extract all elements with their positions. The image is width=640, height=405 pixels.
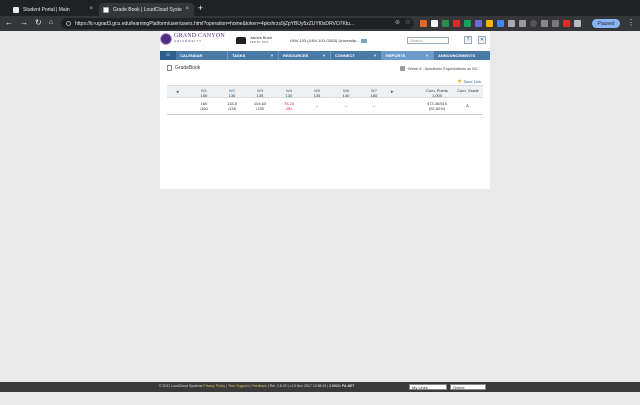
my-links-select[interactable]: My Links: [409, 384, 447, 390]
browser-tab-bar: Student Portal | Main × Grade Book | Lou…: [0, 0, 640, 16]
extension-icon[interactable]: [486, 20, 493, 27]
course-selector[interactable]: UNV-103 (UNV-103-O503) University...: [290, 38, 368, 43]
cum-grade-value: A-: [466, 103, 470, 108]
menu-icon[interactable]: ⋮: [627, 18, 635, 27]
bookmark-star-icon[interactable]: ☆: [405, 18, 411, 26]
university-logo[interactable]: GRAND CANYON UNIVERSITY: [160, 33, 225, 45]
cum-points-header: Cum. Points 1,000: [426, 88, 448, 98]
reload-icon[interactable]: ↻: [35, 19, 42, 27]
browser-toolbar: ← → ↻ ⌂ https://lc-ugrad3.gcu.edu/learni…: [0, 16, 640, 31]
nav-connect[interactable]: CONNECT ▼: [331, 51, 382, 60]
week-selector[interactable]: Week 5 : Academic Expectations at GC: [400, 66, 478, 71]
user-info[interactable]: James Bush FEB 25, 2019: [236, 36, 272, 44]
url-text: https://lc-ugrad3.gcu.edu/learningPlatfo…: [75, 20, 355, 27]
extension-icon[interactable]: [497, 20, 504, 27]
privacy-link[interactable]: Privacy Policy: [203, 384, 225, 388]
user-date: FEB 25, 2019: [250, 40, 269, 44]
page-bottom: [0, 392, 640, 405]
week-header[interactable]: W1 160: [191, 88, 217, 98]
grade-cell[interactable]: 160/160: [191, 101, 217, 111]
logo-subtext: UNIVERSITY: [174, 39, 203, 43]
search-input[interactable]: Search: [407, 37, 449, 44]
home-button[interactable]: ⌂: [160, 51, 176, 60]
extension-icon[interactable]: [431, 20, 438, 27]
table-row: 160/160 133.5/135 104.63/135 75.23/80 --…: [167, 98, 483, 115]
page-icon: [13, 6, 19, 13]
new-tab-button[interactable]: +: [198, 3, 203, 13]
course-name: UNV-103 (UNV-103-O503) University...: [290, 38, 360, 43]
week-header[interactable]: W7 160: [361, 88, 387, 98]
footer: © 2011 LoudCloud Systems Privacy Policy …: [0, 382, 640, 392]
week-header[interactable]: W3 135: [247, 88, 273, 98]
graduation-cap-icon: [236, 37, 246, 44]
nav-calendar[interactable]: CALENDAR: [176, 51, 228, 60]
loudcloud-icon: [103, 6, 109, 13]
page-title: GradeBook: [167, 65, 200, 71]
week-header[interactable]: W5 135: [304, 88, 330, 98]
gradebook-table: ◂ W1 160 W2 135 W3 135 W4 130 W5 135 W6 140 W7…: [167, 85, 483, 115]
university-seal-icon: [160, 33, 172, 45]
back-icon[interactable]: ←: [5, 19, 13, 27]
info-icon[interactable]: [66, 21, 71, 26]
grade-cell[interactable]: 133.5/135: [219, 101, 245, 111]
document-icon: [167, 65, 172, 71]
main-nav: ⌂ CALENDAR TASKS ▼ RESOURCES ▼ CONNECT ▼ RE…: [160, 51, 490, 60]
extension-icon[interactable]: [563, 20, 570, 27]
extension-icon[interactable]: [475, 20, 482, 27]
nav-reports[interactable]: REPORTS ▼: [382, 51, 434, 60]
tab-title: Student Portal | Main: [23, 6, 70, 13]
nav-announcements[interactable]: ANNOUNCEMENTS: [434, 51, 490, 60]
profile-button[interactable]: Paused: [592, 19, 620, 28]
site-header: GRAND CANYON UNIVERSITY James Bush FEB 2…: [160, 31, 490, 51]
home-icon[interactable]: ⌂: [49, 19, 53, 27]
nav-resources[interactable]: RESOURCES ▼: [279, 51, 331, 60]
extension-icon[interactable]: [508, 20, 515, 27]
extension-icon[interactable]: [519, 20, 526, 27]
moon-icon[interactable]: [530, 20, 537, 27]
week-header[interactable]: W4 130: [276, 88, 302, 98]
extension-icon[interactable]: [420, 20, 427, 27]
week-header[interactable]: W2 135: [219, 88, 245, 98]
footer-text: © 2011 LoudCloud Systems Privacy Policy …: [159, 384, 355, 388]
extension-icon[interactable]: [442, 20, 449, 27]
cum-points-value: 473.36/510 (92.82%): [426, 101, 448, 111]
grade-cell: --: [344, 103, 348, 108]
tab-student-portal[interactable]: Student Portal | Main ×: [9, 3, 98, 16]
extension-icon[interactable]: [541, 20, 548, 27]
chevron-right-icon[interactable]: ▸: [391, 89, 394, 95]
online-status-select[interactable]: Online: [450, 384, 486, 390]
grade-cell: --: [372, 103, 376, 108]
table-header: ◂ W1 160 W2 135 W3 135 W4 130 W5 135 W6 140 W7…: [167, 85, 483, 98]
calendar-icon: [400, 66, 405, 71]
help-button[interactable]: ?: [464, 36, 472, 44]
tab-title: Grade Book | LoudCloud Syste: [113, 6, 182, 13]
feedback-link[interactable]: Feedback: [251, 384, 266, 388]
zoom-icon[interactable]: ⊕: [395, 19, 400, 26]
week-header[interactable]: W6 140: [333, 88, 359, 98]
extension-icon[interactable]: [464, 20, 471, 27]
dropdown-icon[interactable]: [361, 38, 368, 43]
tab-grade-book[interactable]: Grade Book | LoudCloud Syste ×: [99, 3, 194, 16]
tech-support-link[interactable]: Tech Support: [228, 384, 249, 388]
gradebook-panel: GradeBook Week 5 : Academic Expectations…: [160, 60, 490, 189]
cum-grade-header: Cum. Grade: [457, 88, 479, 93]
extension-icon[interactable]: [574, 20, 581, 27]
forward-icon[interactable]: →: [20, 19, 28, 27]
grade-cell: --: [315, 103, 319, 108]
nav-tasks[interactable]: TASKS ▼: [228, 51, 279, 60]
address-bar[interactable]: https://lc-ugrad3.gcu.edu/learningPlatfo…: [61, 18, 414, 29]
close-icon[interactable]: ×: [185, 6, 189, 12]
profile-status: Paused: [597, 20, 615, 27]
save-link[interactable]: ★ Save Link: [457, 78, 481, 85]
close-icon[interactable]: ×: [89, 6, 93, 12]
grade-cell[interactable]: 75.23/80: [276, 101, 302, 111]
chevron-left-icon[interactable]: ◂: [176, 89, 179, 95]
grade-cell[interactable]: 104.63/135: [247, 101, 273, 111]
extension-icon[interactable]: [552, 20, 559, 27]
close-button[interactable]: ✕: [478, 36, 486, 44]
extension-icon[interactable]: [453, 20, 460, 27]
